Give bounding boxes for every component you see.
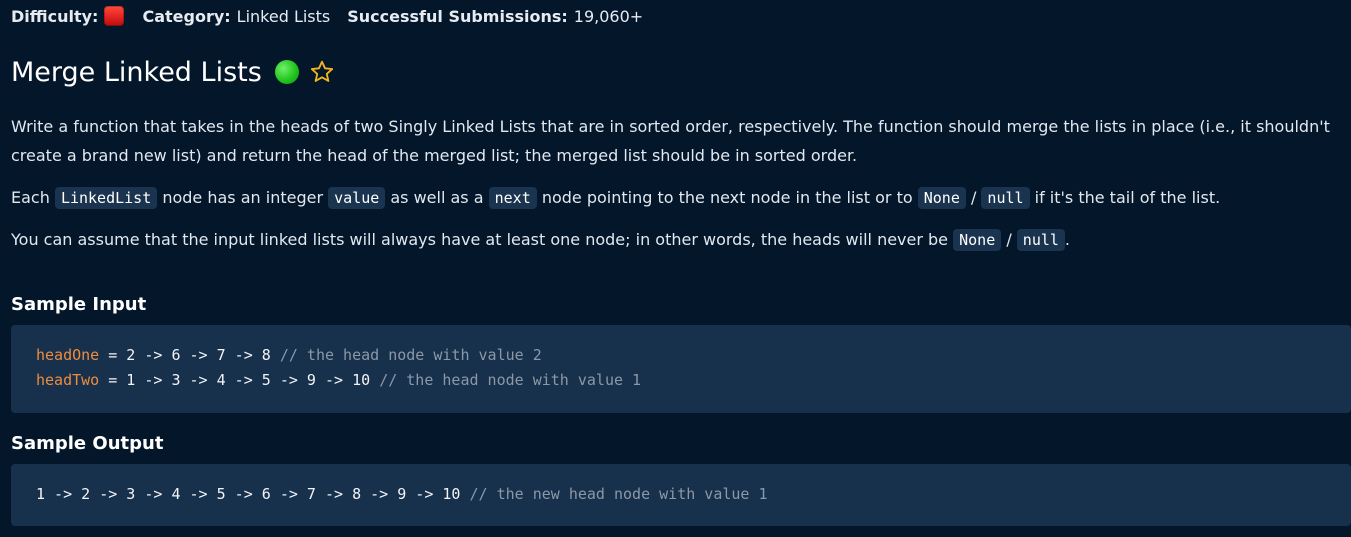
code-comment: // the new head node with value 1 — [469, 485, 768, 503]
code-expression: = 1 -> 3 -> 4 -> 5 -> 9 -> 10 — [99, 371, 380, 389]
difficulty-label: Difficulty: — [11, 6, 99, 26]
sample-input-heading: Sample Input — [11, 294, 147, 315]
text-segment: / — [1001, 230, 1017, 249]
text-segment: as well as a — [385, 188, 489, 207]
code-comment: // the head node with value 2 — [279, 346, 542, 364]
code-variable: headTwo — [36, 371, 100, 389]
description-paragraph-2: Each LinkedList node has an integer valu… — [11, 183, 1346, 213]
code-comment: // the head node with value 1 — [379, 371, 642, 389]
text-segment: You can assume that the input linked lis… — [11, 230, 954, 249]
completion-status-dot — [274, 60, 299, 84]
description-line-2: create a brand new list) and return the … — [11, 146, 858, 165]
code-chip-null: null — [1016, 229, 1065, 251]
code-chip-none: None — [953, 229, 1002, 251]
description-paragraph-1: Write a function that takes in the heads… — [11, 112, 1346, 170]
code-chip-value: value — [328, 187, 386, 209]
code-chip-none: None — [917, 187, 966, 209]
submissions-label: Successful Submissions: — [347, 6, 568, 26]
description-line-1: Write a function that takes in the heads… — [11, 117, 1330, 136]
submissions-value: 19,060+ — [573, 6, 644, 26]
text-segment: node has an integer — [157, 188, 329, 207]
star-outline-icon[interactable] — [309, 59, 335, 85]
sample-input-code-block: headOne = 2 -> 6 -> 7 -> 8 // the head n… — [11, 325, 1351, 413]
category-label: Category: — [142, 6, 231, 26]
code-line: headTwo = 1 -> 3 -> 4 -> 5 -> 9 -> 10 //… — [36, 368, 1351, 393]
text-segment: / — [965, 188, 982, 207]
code-chip-next: next — [488, 187, 537, 209]
code-variable: headOne — [36, 346, 100, 364]
text-segment: if it's the tail of the list. — [1029, 188, 1221, 207]
difficulty-badge — [104, 6, 125, 26]
sample-output-code-block: 1 -> 2 -> 3 -> 4 -> 5 -> 6 -> 7 -> 8 -> … — [11, 464, 1351, 526]
title-row: Merge Linked Lists — [11, 52, 335, 92]
code-line: 1 -> 2 -> 3 -> 4 -> 5 -> 6 -> 7 -> 8 -> … — [36, 482, 1351, 507]
code-chip-linkedlist: LinkedList — [54, 187, 158, 209]
code-chip-null: null — [981, 187, 1030, 209]
code-line: headOne = 2 -> 6 -> 7 -> 8 // the head n… — [36, 343, 1351, 368]
text-segment: Each — [11, 188, 55, 207]
category-value: Linked Lists — [236, 6, 331, 26]
text-segment: . — [1064, 230, 1071, 249]
sample-output-heading: Sample Output — [11, 433, 164, 454]
description-paragraph-3: You can assume that the input linked lis… — [11, 225, 1346, 255]
code-expression: = 2 -> 6 -> 7 -> 8 — [99, 346, 280, 364]
code-expression: 1 -> 2 -> 3 -> 4 -> 5 -> 6 -> 7 -> 8 -> … — [36, 485, 470, 503]
problem-meta-bar: Difficulty: Category: Linked Lists Succe… — [11, 4, 660, 28]
page-title: Merge Linked Lists — [11, 56, 262, 88]
text-segment: node pointing to the next node in the li… — [536, 188, 918, 207]
